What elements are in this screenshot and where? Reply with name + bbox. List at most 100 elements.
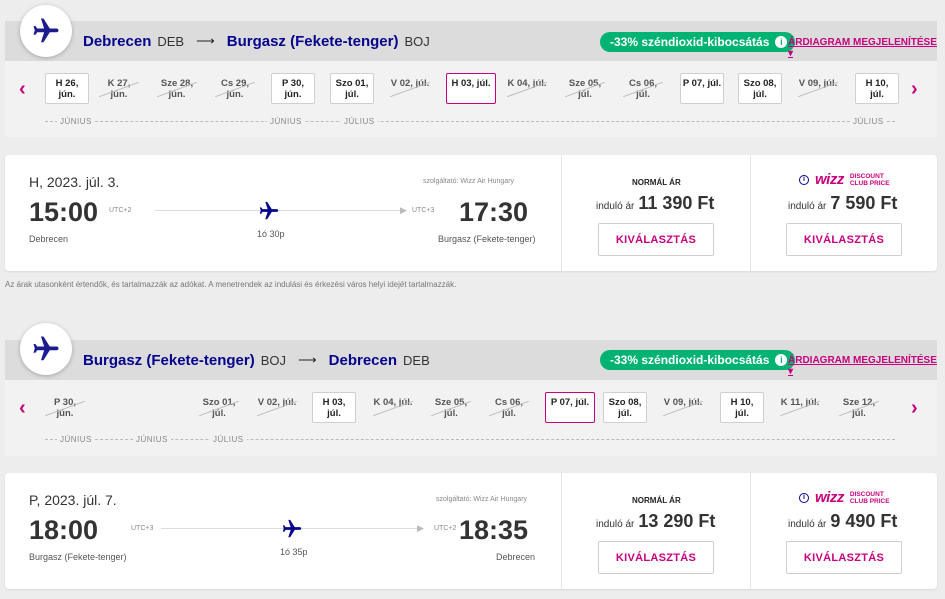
date-option-month: jún.: [284, 89, 302, 100]
date-option[interactable]: H 03, júl.: [446, 73, 496, 104]
date-option[interactable]: H 26, jún.: [45, 73, 89, 104]
price-chart-link[interactable]: ÁRDIAGRAM MEGJELENÍTÉSE ▾: [788, 37, 937, 59]
origin-code: DEB: [157, 33, 185, 49]
date-option-month: júl.: [212, 408, 226, 419]
date-option-day: Szo 08,: [743, 78, 777, 89]
date-option-month: júl.: [735, 408, 749, 419]
select-club-fare-button[interactable]: KIVÁLASZTÁS: [786, 223, 902, 256]
arrival-time: 18:35: [459, 515, 529, 545]
outbound-date-strip: ‹ H 26, jún. K 27, jún. Sze 28, jún. Cs 29, jún…: [5, 61, 937, 137]
destination-city: Burgasz (Fekete-tenger): [226, 32, 399, 50]
date-option-day: H 10,: [865, 78, 889, 89]
return-route: Burgasz (Fekete-tenger) BOJ ⟶ Debrecen D…: [83, 340, 430, 380]
date-option-day: V 02, júl.: [257, 397, 297, 408]
date-option[interactable]: P 30, jún.: [271, 73, 315, 104]
fare-divider: [561, 155, 562, 271]
info-icon[interactable]: i: [799, 492, 809, 503]
wizz-discount-club-logo: i wizz DISCOUNT CLUB PRICE: [799, 489, 890, 506]
from-label: induló ár: [788, 201, 827, 212]
date-option: V 02, júl.: [388, 73, 432, 104]
departure-utc: UTC+2: [109, 207, 132, 214]
next-dates-chevron-icon[interactable]: ›: [911, 397, 918, 420]
arrival-utc: UTC+3: [412, 207, 435, 214]
info-icon[interactable]: i: [799, 174, 809, 185]
airplane-icon: [282, 519, 302, 538]
select-normal-fare-button[interactable]: KIVÁLASZTÁS: [598, 223, 714, 256]
outbound-plane-badge: [20, 5, 72, 57]
date-option-day: P 30,: [53, 397, 76, 408]
date-option[interactable]: H 10, júl.: [720, 392, 764, 423]
date-option-month: júl.: [636, 89, 650, 100]
price-chart-link[interactable]: ÁRDIAGRAM MEGJELENÍTÉSE ▾: [788, 355, 937, 377]
date-option-day: K 04, júl.: [373, 397, 413, 408]
month-label: JÚNIUS: [267, 117, 305, 126]
date-option: Sze 05, júl.: [429, 392, 473, 423]
flight-provider: szolgáltató: Wizz Air Hungary: [436, 496, 528, 503]
date-option: K 27, jún.: [97, 73, 141, 104]
date-option-day: H 03,: [322, 397, 346, 408]
caret-down-icon: ▾: [788, 48, 794, 59]
normal-fare-title: NORMÁL ÁR: [632, 178, 681, 187]
departure-city: Burgasz (Fekete-tenger): [29, 552, 127, 562]
month-label: JÚNIUS: [57, 117, 95, 126]
price-chart-label: ÁRDIAGRAM MEGJELENÍTÉSE: [788, 37, 937, 48]
departure-time: 18:00: [29, 515, 99, 545]
date-option-day: P 07, júl.: [550, 397, 590, 408]
normal-fare-price: induló ár 11 390 Ft: [596, 193, 714, 214]
date-option[interactable]: P 07, júl.: [545, 392, 595, 423]
date-option[interactable]: H 10, júl.: [855, 73, 899, 104]
price-value: 9 490 Ft: [830, 511, 898, 531]
month-divider: [45, 121, 895, 122]
flight-duration: 1ó 35p: [280, 547, 308, 557]
date-option-month: jún.: [56, 408, 74, 419]
fare-divider: [561, 473, 562, 589]
select-club-fare-button[interactable]: KIVÁLASZTÁS: [786, 541, 902, 574]
date-option[interactable]: Szo 01, júl.: [330, 73, 374, 104]
from-label: induló ár: [596, 519, 635, 530]
info-icon[interactable]: i: [775, 354, 788, 366]
date-option-month: júl.: [870, 89, 884, 100]
date-option-month: júl.: [345, 89, 359, 100]
destination-code: DEB: [403, 352, 430, 368]
club-line2: CLUB PRICE: [849, 497, 890, 505]
date-option-day: P 30,: [281, 78, 304, 89]
origin-city: Burgasz (Fekete-tenger): [83, 351, 255, 369]
date-option: K 04, júl.: [505, 73, 549, 104]
date-option-month: júl.: [578, 89, 592, 100]
origin-city: Debrecen: [83, 32, 152, 50]
co2-badge[interactable]: -33% széndioxid-kibocsátás i: [600, 350, 796, 370]
wizz-wordmark: wizz: [815, 489, 844, 506]
date-option: Sze 28, jún.: [155, 73, 199, 104]
date-option: Cs 29, jún.: [213, 73, 257, 104]
club-line2: CLUB PRICE: [849, 179, 890, 187]
prev-dates-chevron-icon[interactable]: ‹: [19, 78, 26, 101]
arrival-city: Burgasz (Fekete-tenger): [438, 234, 536, 244]
date-option-day: V 02, júl.: [390, 78, 430, 89]
date-option-day: K 04, júl.: [507, 78, 547, 89]
info-icon[interactable]: i: [775, 36, 788, 48]
co2-badge[interactable]: -33% széndioxid-kibocsátás i: [600, 32, 796, 52]
origin-code: BOJ: [260, 352, 286, 368]
date-option: Sze 05, júl.: [563, 73, 607, 104]
next-dates-chevron-icon[interactable]: ›: [911, 78, 918, 101]
date-option[interactable]: Szo 08, júl.: [738, 73, 782, 104]
date-option-day: K 11, júl.: [780, 397, 820, 408]
club-fare-price: induló ár 9 490 Ft: [788, 511, 897, 532]
select-normal-fare-button[interactable]: KIVÁLASZTÁS: [598, 541, 714, 574]
date-option-day: Szo 08,: [608, 397, 642, 408]
date-option[interactable]: Szo 08, júl.: [603, 392, 647, 423]
normal-fare-title: NORMÁL ÁR: [632, 496, 681, 505]
prev-dates-chevron-icon[interactable]: ‹: [19, 397, 26, 420]
date-option-day: H 10,: [730, 397, 754, 408]
month-divider: [45, 439, 895, 440]
price-value: 13 290 Ft: [638, 511, 716, 531]
line-arrow-icon: ▶: [400, 205, 407, 215]
return-plane-badge: [20, 323, 72, 375]
date-option[interactable]: P 07, júl.: [680, 73, 724, 104]
date-option-month: jún.: [58, 89, 76, 100]
club-line1: DISCOUNT: [849, 490, 884, 498]
date-option[interactable]: H 03, júl.: [312, 392, 356, 423]
date-option: Sze 12, júl.: [837, 392, 881, 423]
departure-time: 15:00: [29, 197, 99, 227]
departure-utc: UTC+3: [131, 525, 154, 532]
